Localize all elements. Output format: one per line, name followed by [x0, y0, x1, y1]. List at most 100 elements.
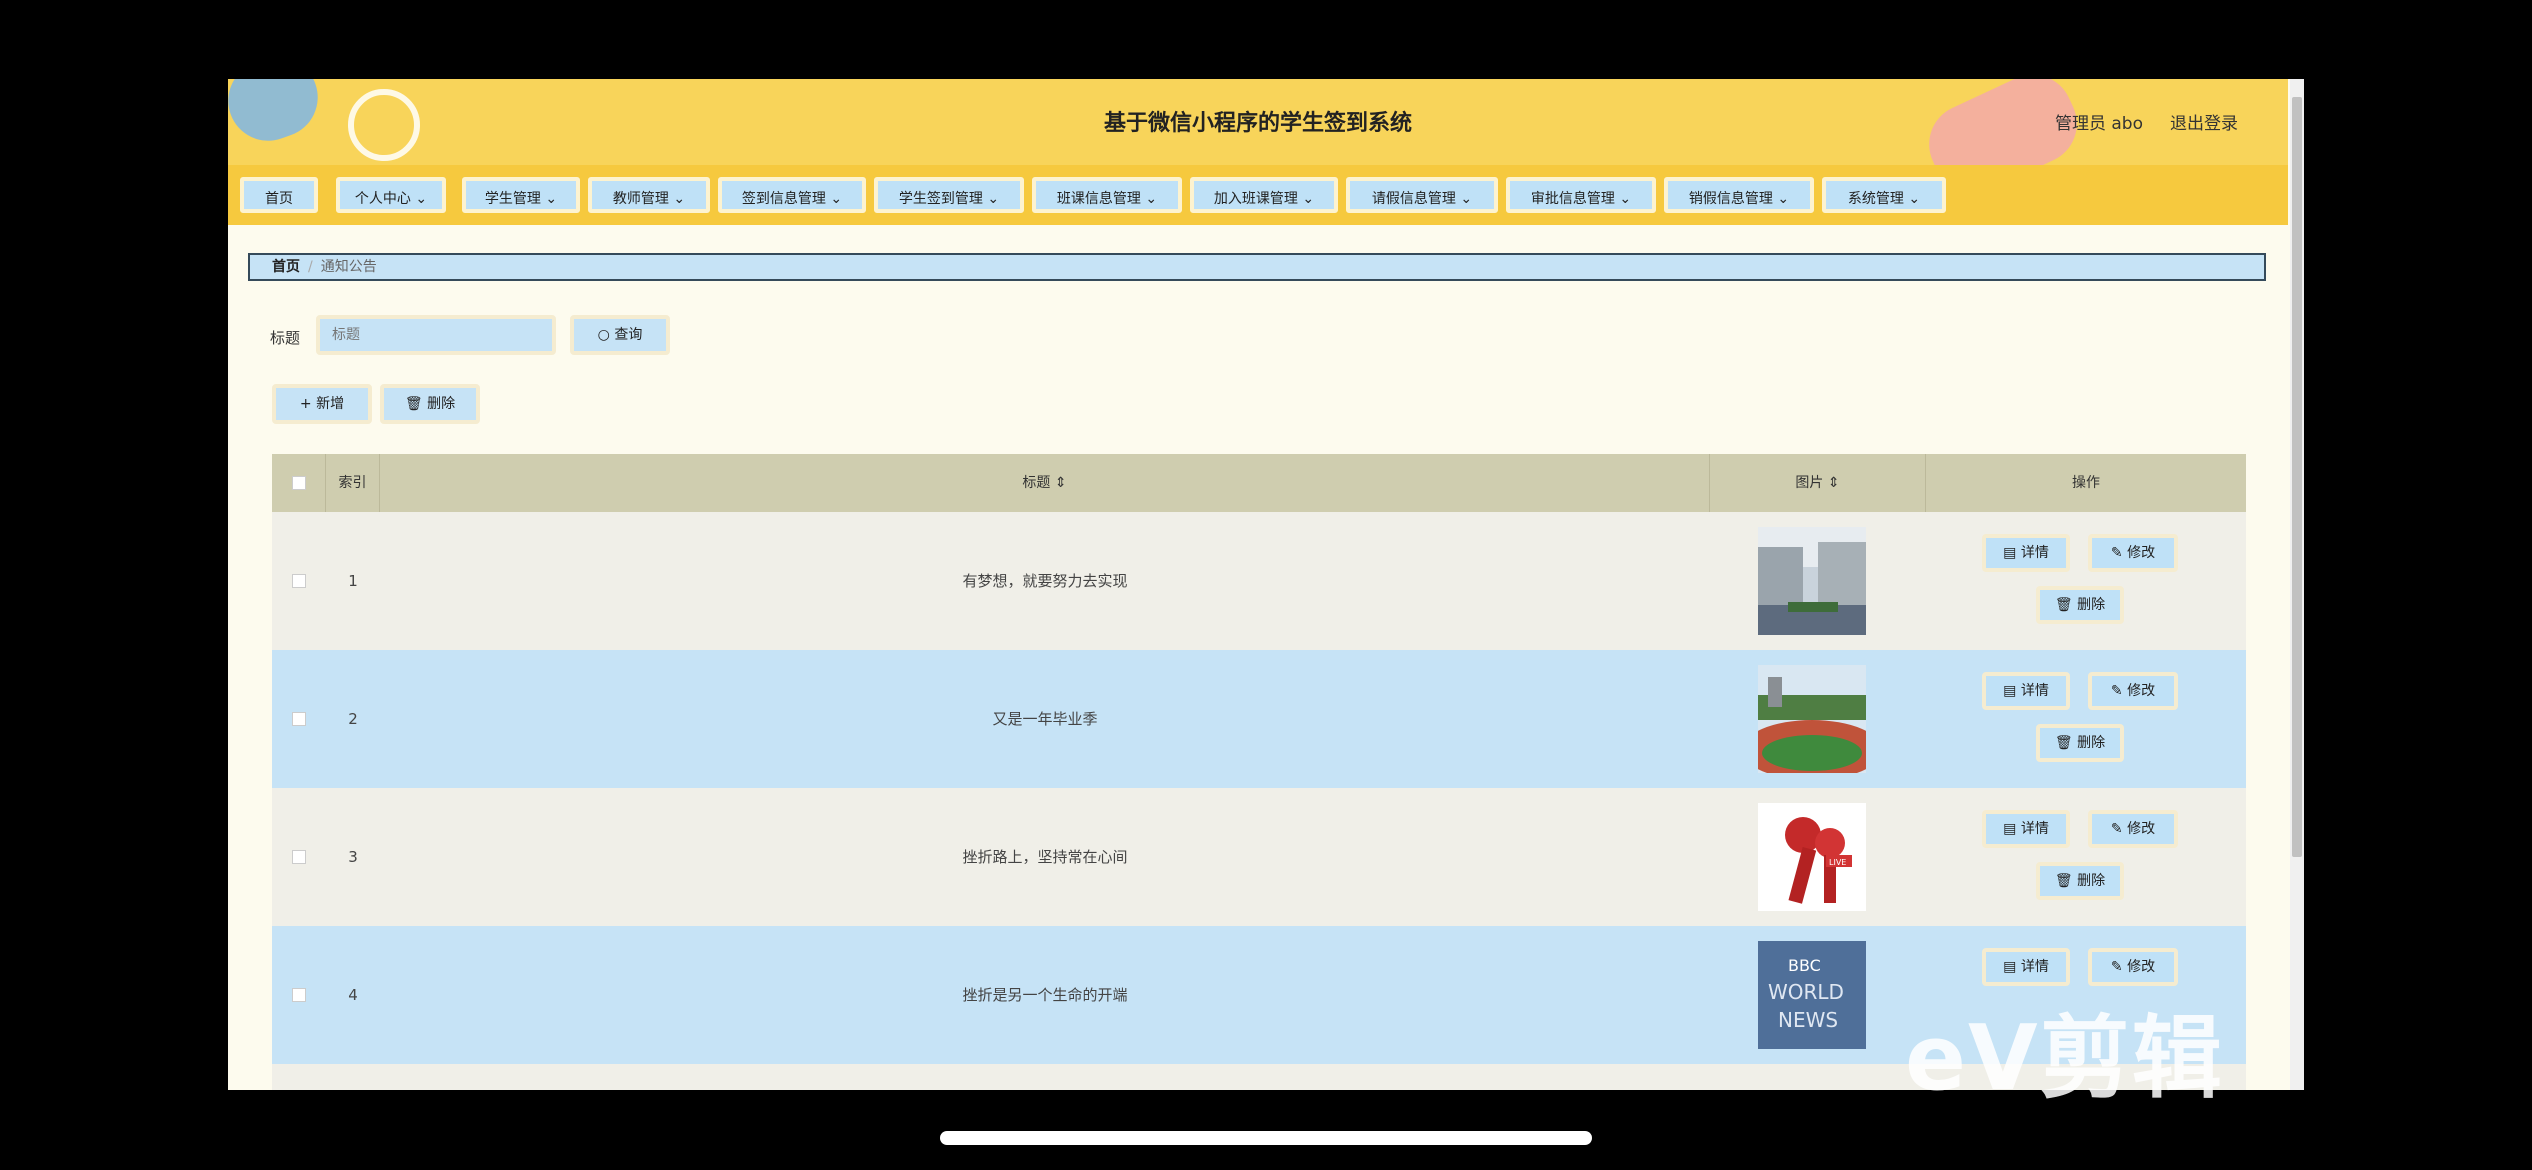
nav-item-teachers[interactable]: 教师管理 ⌄	[588, 177, 710, 213]
campus-building-image	[1758, 527, 1866, 635]
table-row: 3 挫折路上，坚持常在心间 LIVE ▤ 详情 ✎ 修改 🗑 删除	[272, 788, 2246, 926]
breadcrumb-current: 通知公告	[320, 259, 377, 275]
detail-label: 详情	[2020, 821, 2049, 837]
row-checkbox[interactable]	[292, 988, 306, 1002]
trash-icon: 🗑	[404, 396, 423, 412]
row-checkbox[interactable]	[292, 850, 306, 864]
nav-item-student-signin[interactable]: 学生签到管理 ⌄	[874, 177, 1024, 213]
document-icon: ▤	[2003, 545, 2017, 561]
header-bar: 基于微信小程序的学生签到系统 管理员 abo 退出登录	[228, 79, 2288, 165]
nav-item-home[interactable]: 首页	[240, 177, 318, 213]
watermark: eV剪辑	[1905, 1006, 2224, 1111]
row-image[interactable]: BBC WORLD NEWS	[1758, 941, 1866, 1049]
query-button[interactable]: ○ 查询	[570, 315, 670, 355]
logout-link[interactable]: 退出登录	[2170, 109, 2238, 134]
nav-item-students[interactable]: 学生管理 ⌄	[462, 177, 580, 213]
header-ops: 操作	[2072, 475, 2100, 491]
edit-label: 修改	[2127, 545, 2156, 561]
user-label: 管理员 abo	[2054, 114, 2143, 134]
world-text: WORLD	[1768, 980, 1844, 1004]
bbc-world-news-image: BBC WORLD NEWS	[1758, 941, 1866, 1049]
edit-label: 修改	[2127, 683, 2156, 699]
delete-button[interactable]: 🗑 删除	[2036, 862, 2124, 900]
row-title: 挫折路上，坚持常在心间	[962, 848, 1128, 866]
query-button-label: 查询	[614, 327, 643, 343]
nav-item-personal[interactable]: 个人中心 ⌄	[336, 177, 446, 213]
pencil-icon: ✎	[2110, 959, 2123, 975]
delete-label: 删除	[2077, 597, 2106, 613]
nav-item-join-class[interactable]: 加入班课管理 ⌄	[1190, 177, 1338, 213]
pencil-icon: ✎	[2110, 545, 2123, 561]
app-window: 基于微信小程序的学生签到系统 管理员 abo 退出登录 首页 个人中心 ⌄ 学生…	[228, 79, 2304, 1090]
scrollbar-thumb[interactable]	[2292, 97, 2302, 857]
edit-label: 修改	[2127, 821, 2156, 837]
search-label: 标题	[270, 329, 301, 347]
row-image[interactable]	[1758, 665, 1866, 773]
row-image[interactable]: LIVE	[1758, 803, 1866, 911]
delete-selected-button[interactable]: 🗑 删除	[380, 384, 480, 424]
header-image[interactable]: 图片 ⇕	[1710, 454, 1926, 512]
detail-button[interactable]: ▤ 详情	[1982, 534, 2070, 572]
select-all-checkbox[interactable]	[292, 476, 306, 490]
detail-button[interactable]: ▤ 详情	[1982, 672, 2070, 710]
pencil-icon: ✎	[2110, 821, 2123, 837]
delete-selected-label: 删除	[427, 396, 456, 412]
header-title[interactable]: 标题 ⇕	[380, 454, 1710, 512]
nav-item-signin-info[interactable]: 签到信息管理 ⌄	[718, 177, 866, 213]
breadcrumb: 首页 / 通知公告	[248, 253, 2266, 281]
edit-label: 修改	[2127, 959, 2156, 975]
nav-item-leave-info[interactable]: 请假信息管理 ⌄	[1346, 177, 1498, 213]
row-checkbox[interactable]	[292, 574, 306, 588]
sports-field-image	[1758, 665, 1866, 773]
header-index: 索引	[326, 454, 380, 512]
detail-button[interactable]: ▤ 详情	[1982, 948, 2070, 986]
home-indicator[interactable]	[940, 1131, 1592, 1145]
document-icon: ▤	[2003, 959, 2017, 975]
trash-icon: 🗑	[2054, 873, 2073, 889]
trash-icon: 🗑	[2054, 735, 2073, 751]
row-title: 又是一年毕业季	[992, 710, 1098, 728]
edit-button[interactable]: ✎ 修改	[2088, 672, 2178, 710]
detail-label: 详情	[2020, 545, 2049, 561]
row-title: 挫折是另一个生命的开端	[962, 986, 1128, 1004]
trash-icon: 🗑	[2054, 597, 2073, 613]
header-checkbox-cell	[272, 454, 326, 512]
row-title: 有梦想，就要努力去实现	[962, 572, 1128, 590]
edit-button[interactable]: ✎ 修改	[2088, 534, 2178, 572]
detail-label: 详情	[2020, 959, 2049, 975]
row-image[interactable]	[1758, 527, 1866, 635]
row-index: 2	[348, 710, 358, 728]
row-index: 3	[348, 848, 358, 866]
pencil-icon: ✎	[2110, 683, 2123, 699]
row-index: 1	[348, 572, 358, 590]
edit-button[interactable]: ✎ 修改	[2088, 948, 2178, 986]
delete-button[interactable]: 🗑 删除	[2036, 586, 2124, 624]
table-header: 索引 标题 ⇕ 图片 ⇕ 操作	[272, 454, 2246, 512]
nav-item-cancel-leave[interactable]: 销假信息管理 ⌄	[1664, 177, 1814, 213]
document-icon: ▤	[2003, 821, 2017, 837]
delete-button[interactable]: 🗑 删除	[2036, 724, 2124, 762]
breadcrumb-separator: /	[308, 259, 313, 275]
delete-label: 删除	[2077, 873, 2106, 889]
edit-button[interactable]: ✎ 修改	[2088, 810, 2178, 848]
detail-label: 详情	[2020, 683, 2049, 699]
bbc-text: BBC	[1788, 956, 1821, 975]
news-text: NEWS	[1778, 1008, 1838, 1032]
nav-item-class-info[interactable]: 班课信息管理 ⌄	[1032, 177, 1182, 213]
row-index: 4	[348, 986, 358, 1004]
live-label: LIVE	[1829, 858, 1846, 867]
search-icon: ○	[597, 327, 610, 343]
microphone-image: LIVE	[1758, 803, 1866, 911]
document-icon: ▤	[2003, 683, 2017, 699]
title-search-input[interactable]	[316, 315, 556, 355]
system-title: 基于微信小程序的学生签到系统	[1103, 111, 1412, 136]
row-checkbox[interactable]	[292, 712, 306, 726]
nav-item-approval-info[interactable]: 审批信息管理 ⌄	[1506, 177, 1656, 213]
breadcrumb-home[interactable]: 首页	[272, 259, 300, 275]
table-row: 2 又是一年毕业季 ▤ 详情 ✎ 修改 🗑 删除	[272, 650, 2246, 788]
detail-button[interactable]: ▤ 详情	[1982, 810, 2070, 848]
nav-item-system[interactable]: 系统管理 ⌄	[1822, 177, 1946, 213]
delete-label: 删除	[2077, 735, 2106, 751]
add-button[interactable]: + 新增	[272, 384, 372, 424]
top-nav: 首页 个人中心 ⌄ 学生管理 ⌄ 教师管理 ⌄ 签到信息管理 ⌄ 学生签到管理 …	[228, 165, 2288, 225]
